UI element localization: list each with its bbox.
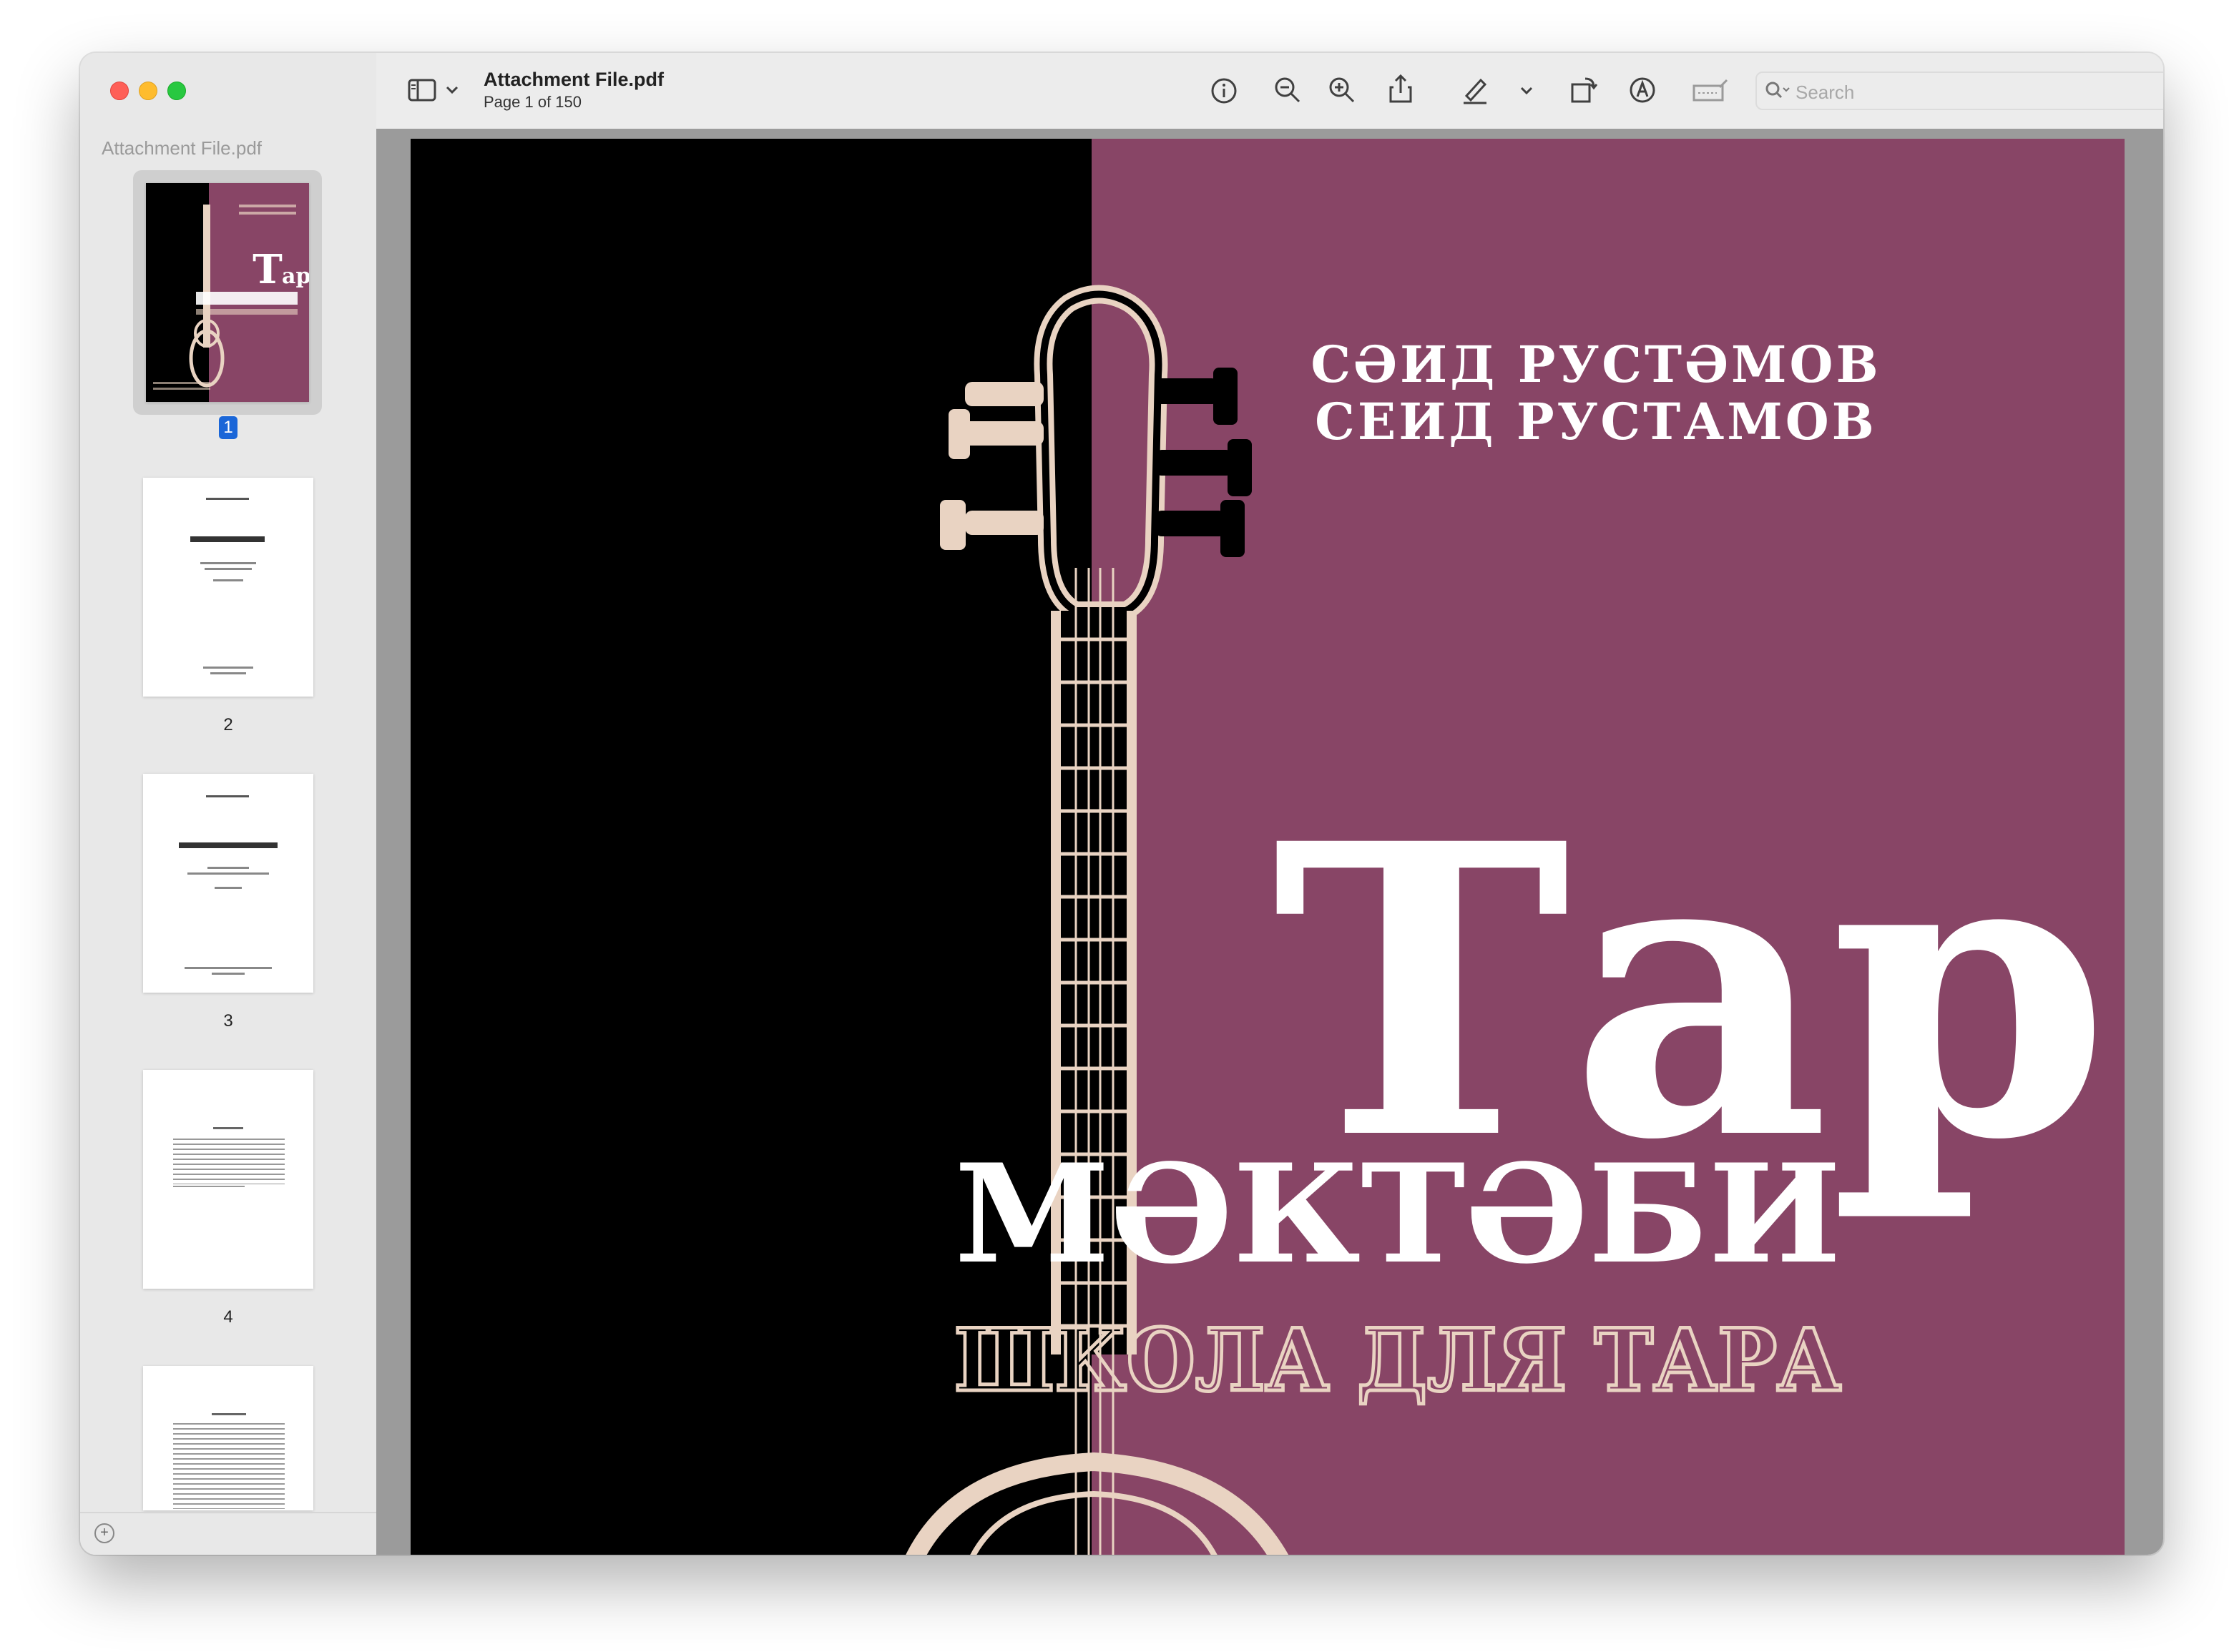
page-thumbnail-5[interactable] (143, 1366, 313, 1510)
svg-text:Т: Т (253, 246, 283, 293)
zoom-in-icon[interactable] (1328, 76, 1356, 104)
page-thumbnail-4[interactable] (143, 1070, 313, 1289)
add-page-button[interactable]: + (94, 1523, 114, 1543)
sidebar-footer-divider (80, 1512, 376, 1513)
zoom-out-icon[interactable] (1273, 76, 1302, 104)
chevron-down-icon[interactable] (445, 84, 459, 96)
cover-author-ru: СЕИД РУСТАМОВ (1315, 392, 1877, 451)
minimize-window-button[interactable] (139, 82, 157, 100)
cover-artwork: СƏИД РУСТƏМОВ СЕИД РУСТАМОВ Тар МƏКТƏБИ … (906, 285, 2110, 1555)
cover-author-az: СƏИД РУСТƏМОВ (1311, 335, 1881, 394)
page-status: Page 1 of 150 (484, 93, 582, 111)
close-window-button[interactable] (110, 82, 129, 100)
thumbnail-cover-art: Т ар (153, 205, 309, 390)
highlight-options-chevron-icon[interactable] (1519, 86, 1534, 96)
page-thumbnail-1[interactable]: Т ар (146, 183, 309, 402)
page-number-4: 4 (223, 1307, 233, 1327)
page-number-3: 3 (223, 1011, 233, 1031)
pdf-page-cover: СƏИД РУСТƏМОВ СЕИД РУСТАМОВ Тар МƏКТƏБИ … (411, 139, 2125, 1555)
toolbar: Attachment File.pdf Page 1 of 150 Search (376, 53, 2163, 130)
page-number-badge-1: 1 (219, 416, 237, 439)
info-icon[interactable] (1210, 77, 1238, 104)
page-thumbnail-2[interactable] (143, 478, 313, 697)
sidebar-toggle-icon[interactable] (408, 79, 436, 102)
cover-subtitle: ШКОЛА ДЛЯ ТАРА (954, 1310, 1841, 1411)
markup-icon[interactable] (1628, 76, 1657, 104)
page-number-2: 2 (223, 715, 233, 734)
document-view[interactable]: СƏИД РУСТƏМОВ СЕИД РУСТАМОВ Тар МƏКТƏБИ … (376, 129, 2163, 1555)
highlight-pen-icon[interactable] (1461, 74, 1489, 104)
search-placeholder: Search (1796, 82, 1855, 103)
preview-window: Attachment File.pdf Т ар 1 2 3 4 + Attac… (80, 53, 2163, 1555)
thumbnail-sidebar: Attachment File.pdf Т ар 1 2 3 4 + (80, 53, 378, 1555)
document-title: Attachment File.pdf (484, 69, 665, 90)
page-thumbnail-3[interactable] (143, 774, 313, 993)
cover-title-line2: МƏКТƏБИ (954, 1134, 1841, 1294)
form-fill-icon[interactable] (1692, 77, 1728, 103)
svg-text:ар: ар (282, 264, 309, 289)
search-field[interactable]: Search (1755, 72, 2163, 110)
share-icon[interactable] (1388, 73, 1414, 104)
search-icon (1765, 82, 1790, 99)
rotate-icon[interactable] (1569, 74, 1598, 104)
zoom-window-button[interactable] (167, 82, 186, 100)
sidebar-document-title: Attachment File.pdf (102, 137, 262, 159)
